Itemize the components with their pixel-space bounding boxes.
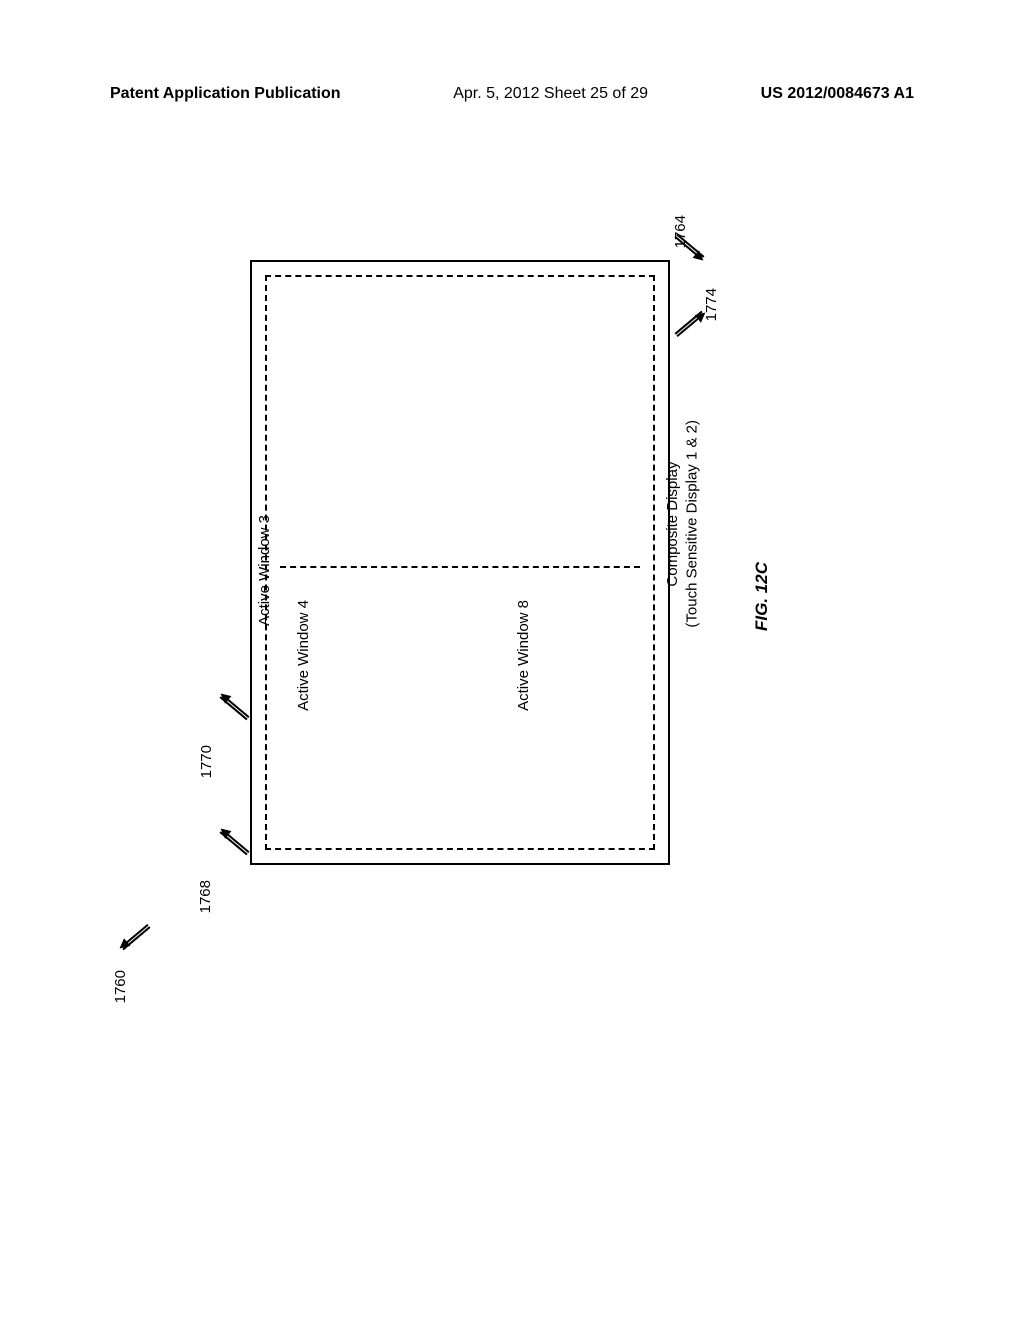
arrow-1774 [676,313,704,337]
arrow-1770 [221,694,249,718]
arrow-1760 [120,924,148,948]
composite-display-label: Composite Display (Touch Sensitive Displ… [663,420,702,628]
window-divider [280,566,640,568]
figure-label: FIG. 12C [752,562,772,631]
ref-number-1768: 1768 [197,880,214,913]
header-patent-number: US 2012/0084673 A1 [761,85,914,103]
active-window-3-label: Active Window 3 [256,515,273,626]
ref-number-1760: 1760 [112,970,129,1003]
active-window-8-label: Active Window 8 [515,600,532,711]
diagram-container: 1760 1764 1768 1770 1774 Composite Displ… [110,180,910,1080]
page-header: Patent Application Publication Apr. 5, 2… [0,85,1024,103]
active-window-3-box [265,275,655,850]
arrow-1768 [221,829,249,853]
ref-number-1770: 1770 [198,745,215,778]
header-date-sheet: Apr. 5, 2012 Sheet 25 of 29 [453,85,648,103]
active-window-4-label: Active Window 4 [295,600,312,711]
composite-line1: Composite Display [664,461,681,586]
header-publication: Patent Application Publication [110,85,341,103]
composite-line2: (Touch Sensitive Display 1 & 2) [684,420,701,628]
